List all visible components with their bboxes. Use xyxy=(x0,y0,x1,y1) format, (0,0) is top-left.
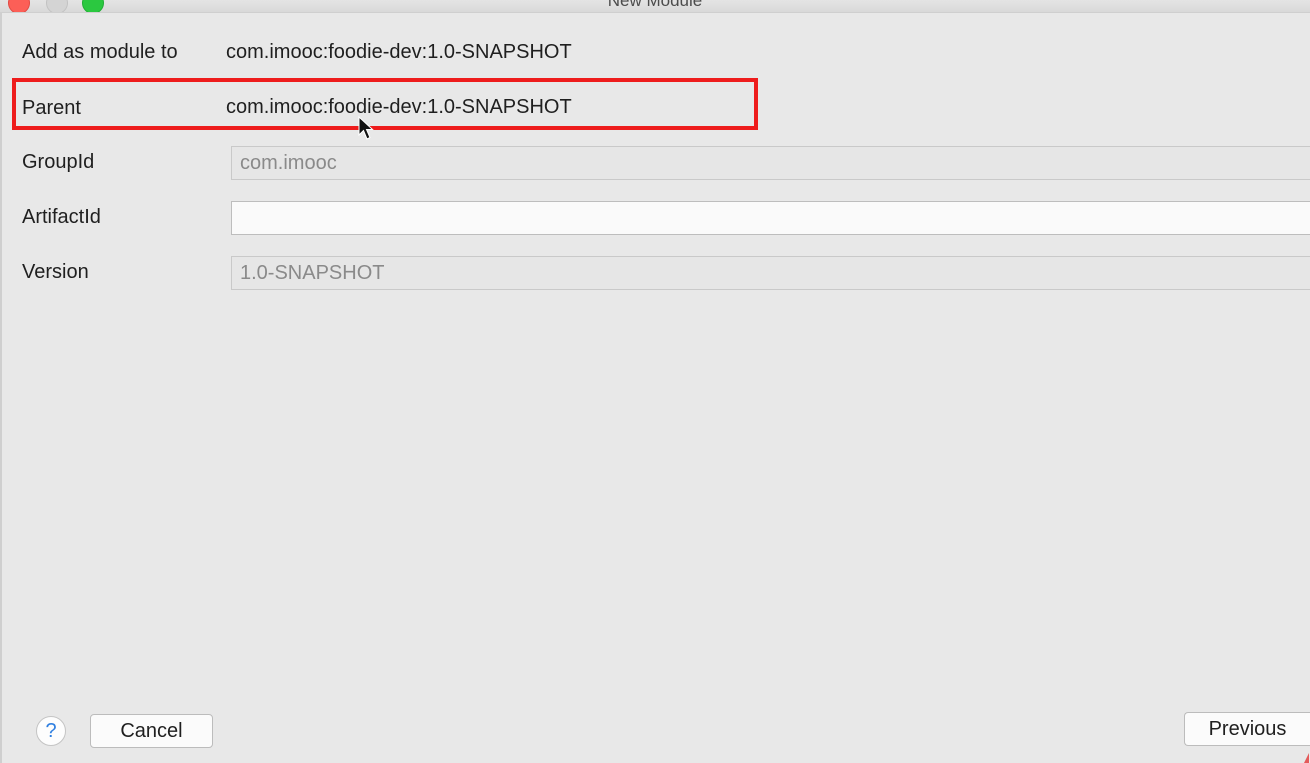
mouse-pointer-icon xyxy=(358,116,374,140)
version-field[interactable] xyxy=(231,256,1310,290)
cancel-button[interactable]: Cancel xyxy=(90,714,213,748)
version-label: Version xyxy=(22,261,89,283)
window-edge xyxy=(0,12,2,763)
previous-button[interactable]: Previous xyxy=(1184,712,1310,746)
add-as-module-label: Add as module to xyxy=(22,41,178,63)
resize-corner-icon xyxy=(1304,753,1309,763)
parent-label: Parent xyxy=(22,97,81,119)
artifact-id-field[interactable] xyxy=(231,201,1310,235)
add-as-module-value: com.imooc:foodie-dev:1.0-SNAPSHOT xyxy=(226,41,572,63)
help-button[interactable]: ? xyxy=(36,716,66,746)
title-bar: New Module xyxy=(0,0,1310,13)
parent-value: com.imooc:foodie-dev:1.0-SNAPSHOT xyxy=(226,96,572,118)
window-title: New Module xyxy=(607,0,703,10)
group-id-field[interactable] xyxy=(231,146,1310,180)
artifact-id-label: ArtifactId xyxy=(22,206,101,228)
help-icon: ? xyxy=(45,720,57,742)
group-id-label: GroupId xyxy=(22,151,95,173)
